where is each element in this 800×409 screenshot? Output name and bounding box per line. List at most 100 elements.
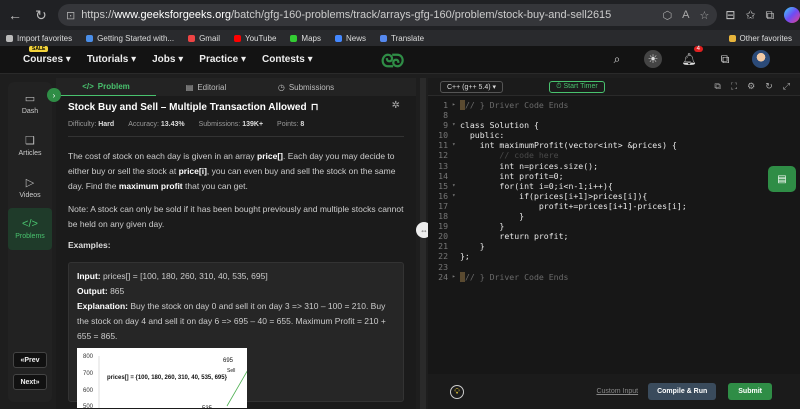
- expand-icon[interactable]: ⤢: [783, 81, 790, 92]
- favorite-translate[interactable]: Translate: [379, 34, 424, 43]
- favorite-gmail[interactable]: Gmail: [188, 34, 220, 43]
- tab-editorial[interactable]: ▤ Editorial: [156, 78, 256, 96]
- next-button[interactable]: Next »: [13, 374, 47, 390]
- code-line[interactable]: 16 ▾ if(prices[i+1]>prices[i]){: [428, 191, 800, 201]
- favorites-icon[interactable]: ✩: [745, 8, 755, 22]
- back-icon[interactable]: ←: [4, 4, 26, 26]
- custom-input-link[interactable]: Custom Input: [596, 388, 638, 395]
- code-line[interactable]: 24 ▸ …// } Driver Code Ends: [428, 271, 800, 282]
- example-output: 865: [110, 286, 125, 296]
- translate-page-icon[interactable]: ⧉: [716, 50, 734, 68]
- bug-icon[interactable]: ✲: [392, 100, 400, 111]
- code-line[interactable]: 11 ▾ int maximumProfit(vector<int> &price…: [428, 140, 800, 150]
- code-line[interactable]: 10 public:: [428, 130, 800, 140]
- code-line[interactable]: 15 ▾ for(int i=0;i<n-1;i++){: [428, 181, 800, 191]
- panel-splitter[interactable]: [420, 78, 426, 409]
- code-line[interactable]: 23: [428, 262, 800, 272]
- reset-icon[interactable]: ↻: [765, 81, 773, 92]
- favorite-youtube[interactable]: YouTube: [233, 34, 276, 43]
- line-number: 22: [438, 251, 448, 262]
- y-tick-700: 700: [83, 371, 94, 377]
- code-line[interactable]: 17 profit+=prices[i+1]-prices[i];: [428, 201, 800, 211]
- bell-icon[interactable]: 🔔︎ 4: [680, 46, 703, 68]
- code-line[interactable]: 14 int profit=0;: [428, 171, 800, 181]
- collections-icon[interactable]: ⧉: [765, 8, 774, 23]
- fullscreen-icon[interactable]: ⛶: [731, 81, 737, 92]
- tab-problem[interactable]: </> Problem: [56, 78, 156, 96]
- code-line[interactable]: 19 }: [428, 221, 800, 231]
- bookmark-icon[interactable]: ⊓: [311, 102, 319, 113]
- other-favorites[interactable]: Other favorites: [728, 34, 792, 43]
- code-text: profit+=prices[i+1]-prices[i];: [460, 200, 687, 211]
- rail-problems[interactable]: </> Problems: [8, 208, 52, 250]
- menu-tutorials[interactable]: Tutorials ▾: [87, 54, 136, 65]
- code-icon: </>: [82, 82, 94, 91]
- code-text: int n=prices.size();: [460, 160, 599, 171]
- menu-contests[interactable]: Contests ▾: [262, 54, 313, 65]
- collapse-sidebar-icon[interactable]: ›: [47, 88, 61, 102]
- line-number: 24: [438, 271, 448, 282]
- rail-videos[interactable]: ▷ Videos: [8, 166, 52, 208]
- rail-articles[interactable]: ❑ Articles: [8, 124, 52, 166]
- url-prefix: https://: [81, 9, 115, 21]
- search-icon[interactable]: ⌕: [608, 50, 626, 68]
- refresh-icon[interactable]: ↻: [30, 4, 52, 26]
- favorite-import[interactable]: Import favorites: [6, 34, 72, 43]
- favorite-news[interactable]: News: [334, 34, 366, 43]
- code-text: …// } Driver Code Ends: [458, 271, 568, 282]
- code-text: }: [460, 241, 485, 252]
- favorite-star-icon[interactable]: ☆: [699, 9, 709, 22]
- copy-icon[interactable]: ⧉: [714, 81, 720, 92]
- code-line[interactable]: 13 int n=prices.size();: [428, 161, 800, 171]
- tab-submissions[interactable]: ◷ Submissions: [256, 78, 356, 96]
- dashboard-icon: ▭: [24, 92, 36, 105]
- read-aloud-icon[interactable]: A: [682, 9, 689, 22]
- submit-button[interactable]: Submit: [728, 383, 772, 400]
- language-select[interactable]: C++ (g++ 5.4) ▾: [440, 80, 504, 93]
- example-chart: 800 700 600 500 prices[] = {100, 180, 26…: [77, 348, 251, 409]
- favorite-getting-started[interactable]: Getting Started with...: [86, 34, 174, 43]
- chart-inline-label: prices[] = {100, 180, 260, 310, 40, 535,…: [107, 375, 228, 381]
- code-line[interactable]: 21 }: [428, 241, 800, 251]
- line-number: 20: [438, 231, 448, 242]
- copilot-icon[interactable]: [784, 7, 800, 23]
- chart-annotation-sell: Sell: [227, 368, 235, 374]
- code-area[interactable]: 1 ▸ …// } Driver Code Ends 8 9 ▾ class Solutio…: [428, 96, 800, 282]
- code-line[interactable]: 20 return profit;: [428, 231, 800, 241]
- favorite-maps[interactable]: Maps: [290, 34, 321, 43]
- address-bar[interactable]: ⊡ https://www.geeksforgeeks.org/batch/gf…: [57, 4, 718, 26]
- divider: [68, 136, 404, 137]
- start-timer-button[interactable]: ⏱ Start Timer: [549, 80, 605, 93]
- code-line[interactable]: 8: [428, 110, 800, 120]
- compile-run-button[interactable]: Compile & Run: [648, 383, 717, 400]
- avatar[interactable]: [752, 50, 770, 68]
- document-icon: ▤: [185, 82, 194, 92]
- book-icon: ❑: [25, 134, 35, 147]
- extension-icon[interactable]: ⬡: [662, 9, 672, 22]
- menu-jobs[interactable]: Jobs ▾: [152, 54, 183, 65]
- code-line[interactable]: 22};: [428, 251, 800, 261]
- lightbulb-icon[interactable]: 💡︎: [450, 384, 464, 399]
- problem-meta: Difficulty: Hard Accuracy: 13.43% Submis…: [68, 121, 305, 128]
- rail-dash[interactable]: ▭ Dash: [8, 82, 52, 124]
- problem-note: Note: A stock can only be sold if it has…: [68, 204, 404, 229]
- settings-icon[interactable]: ⚙: [747, 81, 755, 92]
- code-line[interactable]: 12 // code here: [428, 150, 800, 160]
- code-line[interactable]: 18 }: [428, 211, 800, 221]
- example-box: Input: prices[] = [100, 180, 260, 310, 4…: [68, 262, 404, 409]
- split-screen-icon[interactable]: ⊟: [725, 8, 735, 22]
- menu-practice[interactable]: Practice ▾: [199, 54, 246, 65]
- chat-icon[interactable]: ▤: [768, 166, 796, 192]
- y-tick-600: 600: [83, 388, 94, 394]
- code-line[interactable]: 1 ▸ …// } Driver Code Ends: [428, 100, 800, 110]
- menu-courses[interactable]: SALE Courses ▾: [23, 46, 71, 65]
- line-number: 19: [438, 221, 448, 232]
- prev-button[interactable]: « Prev: [13, 352, 47, 368]
- theme-toggle-icon[interactable]: ☀: [644, 50, 662, 68]
- code-line[interactable]: 9 ▾ class Solution {: [428, 120, 800, 130]
- editor-actions: 💡︎ Custom Input Compile & Run Submit: [428, 374, 800, 409]
- gfg-logo-icon[interactable]: ᘓᘐ: [381, 51, 404, 72]
- code-text: int maximumProfit(vector<int> &prices) {: [460, 140, 677, 151]
- favorites-bar: Import favorites Getting Started with...…: [0, 30, 800, 46]
